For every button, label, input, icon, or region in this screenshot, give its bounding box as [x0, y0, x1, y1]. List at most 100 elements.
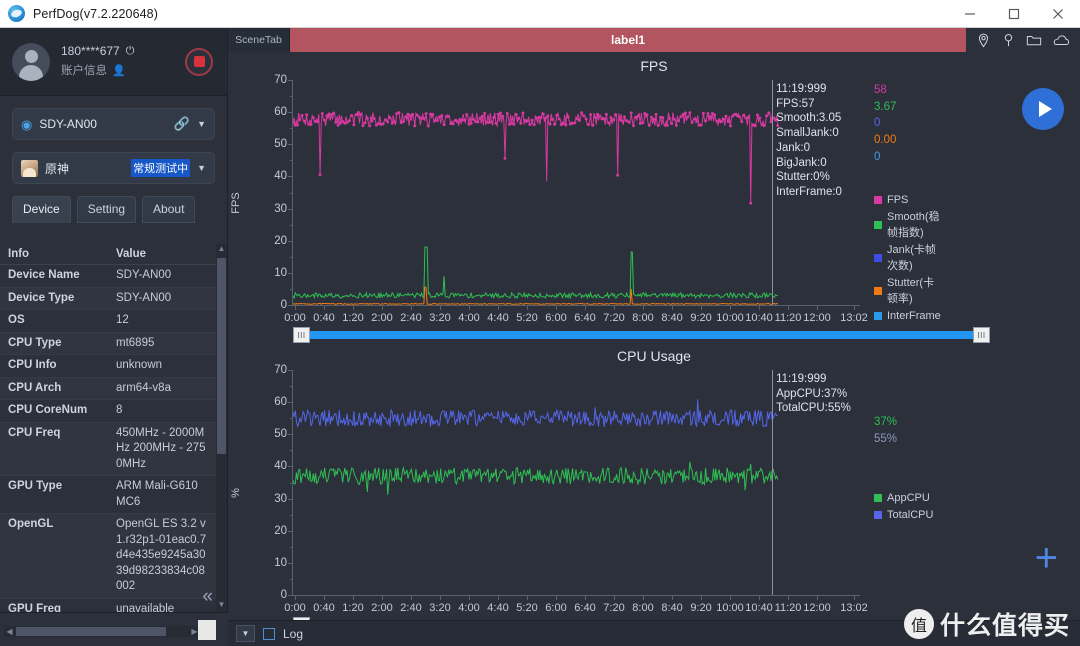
info-value: OpenGL ES 3.2 v1.r32p1-01eac0.7d4e435e92… [108, 513, 216, 599]
cursor-readout-item: Jank:0 [776, 141, 810, 154]
current-value: 58 [874, 84, 887, 96]
table-row[interactable]: OpenGL OpenGL ES 3.2 v1.r32p1-01eac0.7d4e… [0, 513, 216, 599]
timeline-grip-right[interactable]: III [973, 327, 990, 343]
maximize-button[interactable] [992, 0, 1036, 28]
x-axis-tick-label: 8:40 [661, 312, 683, 324]
legend-item[interactable]: Jank(卡帧次数) [874, 242, 941, 275]
add-chart-button[interactable]: + [1035, 538, 1058, 578]
play-button[interactable] [1022, 88, 1064, 130]
marker-pin-icon[interactable] [1001, 33, 1016, 48]
cursor-readout-item: InterFrame:0 [776, 186, 842, 199]
perfdog-window: PerfDog(v7.2.220648) 180****677 ⏻ 账户信息 👤… [0, 0, 1080, 646]
vertical-scroll-thumb[interactable] [217, 258, 226, 454]
folder-icon[interactable] [1026, 33, 1042, 48]
table-row[interactable]: CPU Arch arm64-v8a [0, 377, 216, 401]
table-row[interactable]: GPU Freq unavailable [0, 598, 216, 612]
chart-legend: FPS Smooth(稳帧指数) Jank(卡帧次数) Stutter(卡顿率) Int… [874, 192, 941, 324]
tab-about[interactable]: About [142, 196, 196, 223]
charts-area: FPS FPS 0 10 20 30 40 50 60 70 0:00 0:40 1:20 2:00 2… [228, 52, 1080, 646]
cursor-readout: 11:19:999 AppCPU:37% TotalCPU:55% [776, 372, 851, 416]
legend-item[interactable]: InterFrame [874, 308, 941, 325]
legend-label: InterFrame [887, 309, 941, 322]
log-checkbox[interactable] [263, 627, 275, 640]
account-section: 180****677 ⏻ 账户信息 👤 [0, 28, 227, 96]
horizontal-scroll-thumb[interactable] [16, 627, 166, 636]
table-row[interactable]: GPU Type ARM Mali-G610 MC6 [0, 475, 216, 515]
cursor-line[interactable] [772, 80, 774, 305]
account-info-row[interactable]: 账户信息 👤 [61, 63, 134, 80]
legend-item[interactable]: AppCPU [874, 490, 933, 507]
chevron-down-icon[interactable]: ▼ [197, 119, 206, 129]
legend-item[interactable]: TotalCPU [874, 507, 933, 524]
x-axis-tick-label: 2:40 [400, 312, 422, 324]
user-avatar-icon[interactable] [12, 42, 50, 81]
table-row[interactable]: OS 12 [0, 309, 216, 333]
y-axis-tick-label: 70 [274, 74, 287, 86]
table-row[interactable]: CPU Freq 450MHz - 2000MHz 200MHz - 2750MH… [0, 422, 216, 477]
left-panel-footer: ◀ ▶ [0, 612, 228, 646]
legend-swatch [874, 510, 882, 519]
table-row[interactable]: Device Name SDY-AN00 [0, 264, 216, 288]
timeline-track[interactable] [293, 331, 990, 339]
location-pin-icon[interactable] [976, 33, 991, 48]
y-axis-tick-label: 0 [280, 589, 287, 601]
scroll-up-icon[interactable]: ▲ [216, 244, 227, 256]
legend-item[interactable]: Smooth(稳帧指数) [874, 209, 941, 242]
cpu-plot-area[interactable]: 0 10 20 30 40 50 60 70 0:00 0:40 1:20 2:00 2:40 3:20 4… [274, 364, 990, 633]
timeline-grip-left[interactable]: III [293, 327, 310, 343]
table-vertical-scrollbar[interactable]: ▲ ▼ [216, 244, 227, 612]
scroll-left-icon[interactable]: ◀ [4, 626, 15, 637]
fps-plot-area[interactable]: 0 10 20 30 40 50 60 70 0:00 0:40 1:20 2:00 2:40 3:20 4… [274, 74, 990, 343]
scroll-down-icon[interactable]: ▼ [216, 600, 227, 612]
x-axis-tick [295, 305, 296, 310]
status-bar: ▼ Log 值 什么值得买 [228, 609, 1080, 646]
left-panel: 180****677 ⏻ 账户信息 👤 ◉ SDY-AN00 🔗 ▼ 原神 常规… [0, 28, 228, 646]
cloud-icon[interactable] [1052, 33, 1070, 48]
statusbar-dropdown-button[interactable]: ▼ [236, 625, 255, 642]
table-row[interactable]: CPU Type mt6895 [0, 332, 216, 356]
table-horizontal-scrollbar[interactable]: ◀ ▶ [4, 626, 200, 637]
legend-item[interactable]: Stutter(卡顿率) [874, 275, 941, 308]
legend-swatch [874, 494, 882, 503]
power-icon[interactable]: ⏻ [126, 44, 135, 60]
usb-link-icon[interactable]: 🔗 [174, 116, 190, 132]
x-axis-tick [324, 305, 325, 310]
tab-device[interactable]: Device [12, 196, 71, 223]
current-values: 37% 55% [874, 414, 897, 447]
x-axis-tick [324, 595, 325, 600]
collapse-left-icon[interactable]: « [202, 587, 213, 606]
column-header-value: Value [108, 244, 216, 265]
chevron-down-icon[interactable]: ▼ [197, 163, 206, 173]
x-axis-tick-label: 8:40 [661, 602, 683, 614]
info-value: SDY-AN00 [108, 264, 216, 288]
minimize-button[interactable] [948, 0, 992, 28]
table-row[interactable]: CPU Info unknown [0, 354, 216, 378]
cursor-readout-item: BigJank:0 [776, 156, 827, 169]
close-button[interactable] [1036, 0, 1080, 28]
cursor-readout-item: Smooth:3.05 [776, 112, 842, 125]
stop-record-button[interactable] [185, 47, 213, 76]
table-row[interactable]: Device Type SDY-AN00 [0, 287, 216, 311]
y-axis-tick-label: 30 [274, 492, 287, 505]
x-axis-tick-label: 7:20 [603, 312, 625, 324]
resize-corner[interactable] [198, 620, 216, 640]
current-value: 0 [874, 150, 881, 163]
timeline-scrollbar[interactable]: III III [293, 327, 990, 343]
app-selector[interactable]: 原神 常规测试中 ▼ [12, 152, 215, 184]
table-header-row: Info Value [0, 244, 216, 265]
scene-tab[interactable]: SceneTab [228, 28, 290, 52]
chart-traces [293, 399, 779, 495]
legend-item[interactable]: FPS [874, 192, 941, 209]
x-axis-tick-label: 2:00 [371, 312, 393, 324]
x-axis-tick-label: 10:40 [745, 312, 773, 324]
tab-setting[interactable]: Setting [76, 196, 137, 223]
cursor-readout-item: AppCPU:37% [776, 387, 848, 400]
x-axis-tick [672, 595, 674, 600]
cursor-line[interactable] [772, 370, 774, 595]
legend-swatch [874, 221, 882, 229]
y-axis-tick-label: 60 [274, 396, 287, 409]
device-selector[interactable]: ◉ SDY-AN00 🔗 ▼ [12, 108, 215, 140]
people-add-icon[interactable]: 👤 [112, 64, 126, 80]
label-banner[interactable]: label1 [290, 28, 966, 52]
table-row[interactable]: CPU CoreNum 8 [0, 399, 216, 423]
